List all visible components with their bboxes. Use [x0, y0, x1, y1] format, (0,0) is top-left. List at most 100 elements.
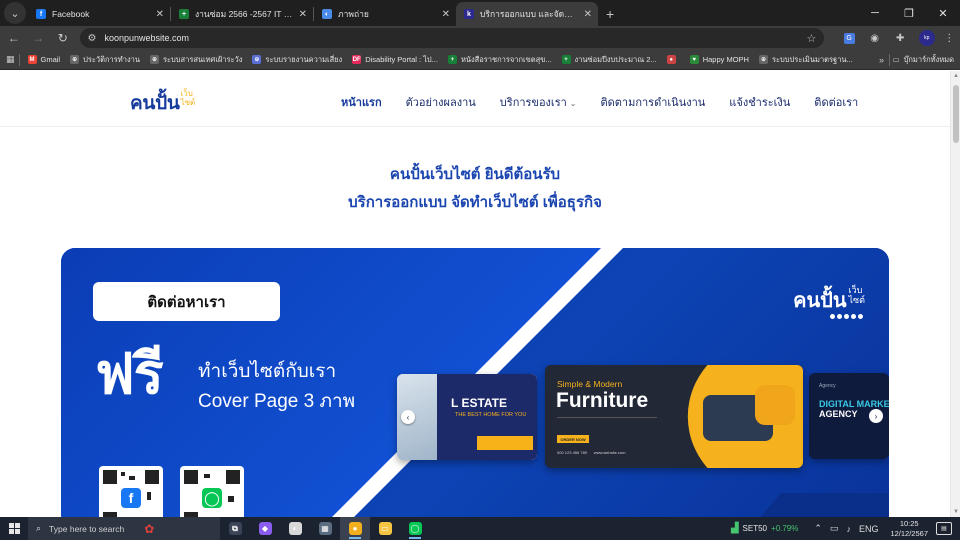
- chevron-down-icon[interactable]: ⌄: [570, 99, 577, 108]
- furniture-order-badge: ORDER NOW: [557, 435, 589, 443]
- camera-extension-icon[interactable]: ◉: [864, 27, 886, 49]
- line-qr-code[interactable]: ◯: [180, 466, 244, 517]
- notification-center-icon[interactable]: ▤: [936, 522, 952, 535]
- menu-item[interactable]: ตัวอย่างผลงาน: [406, 93, 476, 111]
- taskbar-clock[interactable]: 10:25 12/12/2567: [890, 519, 928, 539]
- minimize-icon[interactable]: ─: [858, 0, 892, 26]
- bookmark-item[interactable]: + หนังสือราชการจากเขตสุข...: [447, 54, 552, 66]
- start-button[interactable]: [0, 517, 28, 540]
- taskbar-search[interactable]: ⌕ Type here to search ✿: [28, 517, 220, 540]
- menu-item-label: บริการของเรา: [499, 97, 567, 109]
- bookmark-label: ระบบประเมินมาตรฐาน...: [771, 54, 853, 64]
- carousel-prev-icon[interactable]: ‹: [401, 410, 415, 424]
- new-tab-button[interactable]: +: [606, 6, 614, 22]
- tray-overflow-icon[interactable]: ⌃: [814, 523, 822, 534]
- facebook-qr-code[interactable]: f: [99, 466, 163, 517]
- search-icon: ⌕: [36, 523, 42, 533]
- browser-toolbar: ← → ↻ ⚙ koonpunwebsite.com ☆ G ◉ ✚ kp ⋮: [0, 26, 960, 50]
- apps-grid-icon[interactable]: ▦: [6, 54, 15, 65]
- site-info-icon[interactable]: ⚙: [88, 33, 97, 44]
- task-view-icon: ⧉: [228, 522, 242, 535]
- bookmark-item[interactable]: DF Disability Portal : ไป...: [352, 54, 438, 66]
- bookmark-favicon-icon: +: [561, 55, 571, 64]
- bookmark-favicon-icon: ♥: [689, 55, 699, 64]
- bookmark-item[interactable]: ⊕ ประวัติการทำงาน: [70, 54, 140, 66]
- network-icon[interactable]: ▭: [830, 523, 839, 534]
- url-text[interactable]: koonpunwebsite.com: [104, 33, 806, 43]
- browser-tab[interactable]: ◐ ภาพถ่าย ✕: [314, 2, 456, 26]
- all-bookmarks-folder[interactable]: ▭ บุ๊กมาร์กทั้งหมด: [893, 54, 954, 66]
- file-explorer-icon: ▭: [378, 522, 392, 535]
- page-scrollbar[interactable]: ▲ ▼: [950, 71, 960, 517]
- bookmark-item[interactable]: ●: [666, 55, 680, 64]
- stock-name: SET50: [742, 524, 768, 533]
- browser-tab[interactable]: k บริการออกแบบ และจัดทำเว็บไซต์ – ค ✕: [456, 2, 598, 26]
- stock-widget[interactable]: ▟ SET50 +0.79%: [731, 523, 799, 534]
- close-tab-icon[interactable]: ✕: [299, 9, 307, 20]
- furniture-description: [557, 417, 657, 431]
- browser-tab[interactable]: f Facebook ✕: [28, 2, 170, 26]
- banner-brand-logo: คนปั้น เว็บ ไซต์: [793, 284, 865, 316]
- menu-item[interactable]: ติดต่อเรา: [814, 93, 858, 111]
- tab-favicon-icon: f: [36, 9, 46, 19]
- bookmark-item[interactable]: ⊕ ระบบประเมินมาตรฐาน...: [758, 54, 853, 66]
- taskbar-app-calculator[interactable]: ▦: [310, 517, 340, 540]
- reload-icon[interactable]: ↻: [52, 27, 74, 49]
- contact-us-button[interactable]: ติดต่อหาเรา: [93, 282, 280, 321]
- volume-icon[interactable]: ♪: [846, 524, 851, 534]
- menu-item-label: แจ้งชำระเงิน: [729, 97, 791, 109]
- restore-icon[interactable]: ❐: [892, 0, 926, 26]
- menu-item[interactable]: หน้าแรก: [341, 93, 382, 111]
- taskbar-app-file-explorer[interactable]: ▭: [370, 517, 400, 540]
- scrollbar-thumb[interactable]: [953, 85, 959, 143]
- windows-taskbar: ⌕ Type here to search ✿ ⧉ ◆ ◐ ▦ ● ▭ ◯ ▟ SET50 …: [0, 517, 960, 540]
- bookmark-label: Happy MOPH: [702, 55, 749, 64]
- bookmark-item[interactable]: ⊕ ระบบรายงานความเสี่ยง: [252, 54, 342, 66]
- close-tab-icon[interactable]: ✕: [442, 9, 450, 20]
- bookmark-label: ระบบรายงานความเสี่ยง: [265, 54, 343, 64]
- close-tab-icon[interactable]: ✕: [584, 9, 592, 20]
- taskbar-app-line[interactable]: ◯: [400, 517, 430, 540]
- profile-avatar[interactable]: kp: [918, 30, 935, 46]
- language-indicator[interactable]: ENG: [859, 524, 879, 534]
- bookmark-favicon-icon: ⊕: [758, 55, 768, 64]
- bookmark-item[interactable]: + งานซ่อมปีงบประมาณ 2...: [561, 54, 657, 66]
- back-icon[interactable]: ←: [3, 27, 25, 49]
- sample-real-estate-cover: L ESTATE THE BEST HOME FOR YOU ‹: [397, 374, 537, 460]
- site-logo[interactable]: คนปั้น เว็บ ไซต์: [130, 88, 195, 118]
- logo-main-text: คนปั้น: [130, 93, 180, 114]
- menu-item[interactable]: แจ้งชำระเงิน: [729, 93, 790, 111]
- bookmark-star-icon[interactable]: ☆: [807, 32, 817, 45]
- tab-title: Facebook: [52, 9, 90, 19]
- bookmark-favicon-icon: ⊕: [70, 55, 80, 64]
- extensions-puzzle-icon[interactable]: ✚: [889, 27, 911, 49]
- bookmark-item[interactable]: ⊕ ระบบสารสนเทศเฝ้าระวัง: [149, 54, 242, 66]
- windows-logo-icon: [8, 523, 20, 534]
- web-page: คนปั้น เว็บ ไซต์ หน้าแรก ตัวอย่างผลงาน บริ…: [0, 71, 950, 517]
- browser-tab[interactable]: + งานซ่อม 2566 -2567 IT สารสนเทศ ✕: [171, 2, 313, 26]
- menu-item[interactable]: บริการของเรา ⌄: [500, 93, 577, 111]
- bookmark-item[interactable]: ♥ Happy MOPH: [689, 55, 749, 64]
- folder-icon: ▭: [892, 55, 900, 64]
- address-bar[interactable]: ⚙ koonpunwebsite.com ☆: [79, 28, 825, 48]
- close-tab-icon[interactable]: ✕: [156, 9, 164, 20]
- taskbar-app-chrome[interactable]: ●: [340, 517, 370, 540]
- taskbar-app-task-view[interactable]: ⧉: [220, 517, 250, 540]
- clock-date: 12/12/2567: [890, 528, 928, 538]
- carousel-next-icon[interactable]: ›: [869, 409, 883, 423]
- taskbar-app-paint[interactable]: ◐: [280, 517, 310, 540]
- menu-item[interactable]: ติดตามการดำเนินงาน: [600, 93, 705, 111]
- screen: ⌄ f Facebook ✕ + งานซ่อม 2566 -2567 IT สารสน…: [0, 0, 960, 540]
- scroll-down-icon[interactable]: ▼: [953, 509, 959, 515]
- real-estate-contact-bar: [477, 436, 533, 450]
- forward-icon[interactable]: →: [28, 27, 50, 49]
- more-bookmarks-chevron-icon[interactable]: »: [879, 55, 884, 65]
- tab-search-icon[interactable]: ⌄: [4, 2, 26, 24]
- close-window-icon[interactable]: ✕: [926, 0, 960, 26]
- scroll-up-icon[interactable]: ▲: [953, 73, 959, 79]
- taskbar-app-copilot[interactable]: ◆: [250, 517, 280, 540]
- translate-extension-icon[interactable]: G: [838, 27, 860, 49]
- chrome-menu-icon[interactable]: ⋮: [939, 27, 960, 49]
- line-icon: ◯: [408, 522, 422, 535]
- bookmark-item[interactable]: M Gmail: [27, 55, 60, 64]
